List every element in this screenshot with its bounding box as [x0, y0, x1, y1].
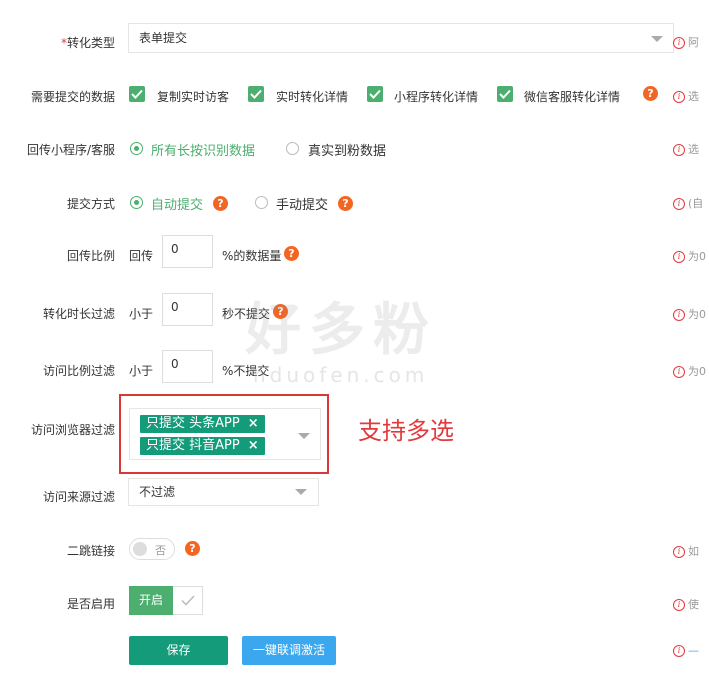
watermark-logo: 好多粉 [245, 298, 437, 363]
visit-ratio-filter-label: 访问比例过滤 [42, 364, 115, 378]
enabled-toggle[interactable]: 开启 [129, 586, 203, 615]
radio-all-long-press[interactable] [130, 142, 143, 155]
callback-ratio-label: 回传比例 [66, 249, 115, 263]
chevron-down-icon [651, 36, 663, 42]
source-filter-label: 访问来源过滤 [42, 490, 115, 504]
callback-mini-hint: i选 [673, 141, 699, 157]
checkmark-icon [369, 89, 381, 99]
second-jump-toggle[interactable]: 否 [129, 538, 175, 560]
browser-filter-label: 访问浏览器过滤 [30, 423, 115, 437]
submit-method-label: 提交方式 [66, 197, 115, 211]
toggle-on-label: 开启 [129, 586, 173, 615]
checkbox-label: 微信客服转化详情 [524, 90, 621, 104]
tag-toutiao-app: 只提交 头条APP × [140, 415, 265, 433]
conversion-type-label: *转化类型 [60, 36, 115, 50]
help-icon[interactable]: ? [185, 541, 200, 556]
actions-hint: i — [673, 644, 699, 657]
checkbox-label: 实时转化详情 [276, 90, 349, 104]
radio-label: 真实到粉数据 [308, 144, 387, 159]
visit-ratio-prefix: 小于 [129, 364, 154, 378]
checkmark-icon [250, 89, 262, 99]
info-icon: i [673, 645, 685, 657]
remove-tag-icon[interactable]: × [248, 438, 259, 453]
second-jump-hint: i如 [673, 543, 699, 559]
checkbox-wechat-service-conversion[interactable] [497, 86, 513, 102]
duration-filter-hint: i 为0 [673, 306, 706, 322]
toggle-text: 否 [155, 544, 166, 557]
checkbox-realtime-conversion[interactable] [248, 86, 264, 102]
radio-label: 自动提交 [151, 198, 204, 213]
toggle-knob [133, 542, 147, 556]
callback-ratio-hint: i 为0 [673, 248, 706, 264]
info-icon: i [673, 366, 685, 378]
data-to-submit-label: 需要提交的数据 [30, 90, 115, 104]
check-icon [181, 595, 195, 606]
conversion-type-select[interactable]: 表单提交 [128, 23, 674, 53]
help-icon[interactable]: ? [338, 196, 353, 211]
annotation-multi-select: 支持多选 [358, 417, 454, 445]
checkmark-icon [499, 89, 511, 99]
enabled-label: 是否启用 [66, 597, 115, 611]
radio-auto-submit[interactable] [130, 196, 143, 209]
info-icon: i [673, 309, 685, 321]
help-icon[interactable]: ? [284, 246, 299, 261]
duration-filter-label: 转化时长过滤 [42, 307, 115, 321]
enabled-hint: i使 [673, 596, 699, 612]
info-icon: i [673, 546, 685, 558]
source-filter-select[interactable]: 不过滤 [128, 478, 319, 506]
radio-label: 手动提交 [276, 198, 329, 213]
radio-manual-submit[interactable] [255, 196, 268, 209]
info-icon: i [673, 91, 685, 103]
save-button[interactable]: 保存 [129, 636, 228, 665]
checkmark-icon [131, 89, 143, 99]
visit-ratio-hint: i 为0 [673, 363, 706, 379]
tag-douyin-app: 只提交 抖音APP × [140, 437, 265, 455]
radio-real-fans[interactable] [286, 142, 299, 155]
callback-mini-label: 回传小程序/客服 [26, 143, 115, 157]
conversion-type-value: 表单提交 [139, 31, 188, 45]
info-icon: i [673, 144, 685, 156]
callback-ratio-suffix: %的数据量 [222, 249, 282, 263]
chevron-down-icon [298, 433, 310, 439]
duration-filter-prefix: 小于 [129, 307, 154, 321]
checkbox-label: 小程序转化详情 [394, 90, 479, 104]
help-icon[interactable]: ? [213, 196, 228, 211]
radio-label: 所有长按识别数据 [151, 144, 256, 159]
checkbox-label: 复制实时访客 [157, 90, 230, 104]
watermark-url: hduofen.com [253, 363, 429, 387]
info-icon: i [673, 599, 685, 611]
source-filter-value: 不过滤 [139, 485, 176, 499]
info-icon: i [673, 198, 685, 210]
second-jump-label: 二跳链接 [66, 544, 115, 558]
info-icon: i [673, 251, 685, 263]
remove-tag-icon[interactable]: × [248, 416, 259, 431]
conversion-type-hint: i阿 [673, 34, 699, 50]
chevron-down-icon [295, 489, 307, 495]
info-icon: i [673, 37, 685, 49]
duration-filter-input[interactable]: 0 [162, 293, 213, 326]
data-to-submit-hint: i选 [673, 88, 699, 104]
help-icon[interactable]: ? [643, 86, 658, 101]
visit-ratio-input[interactable]: 0 [162, 350, 213, 383]
submit-method-hint: i (自 [673, 195, 703, 211]
activate-button[interactable]: 一键联调激活 [242, 636, 336, 665]
callback-ratio-input[interactable]: 0 [162, 235, 213, 268]
checkbox-mini-program-conversion[interactable] [367, 86, 383, 102]
callback-ratio-prefix: 回传 [129, 249, 154, 263]
checkbox-copy-visitors[interactable] [129, 86, 145, 102]
